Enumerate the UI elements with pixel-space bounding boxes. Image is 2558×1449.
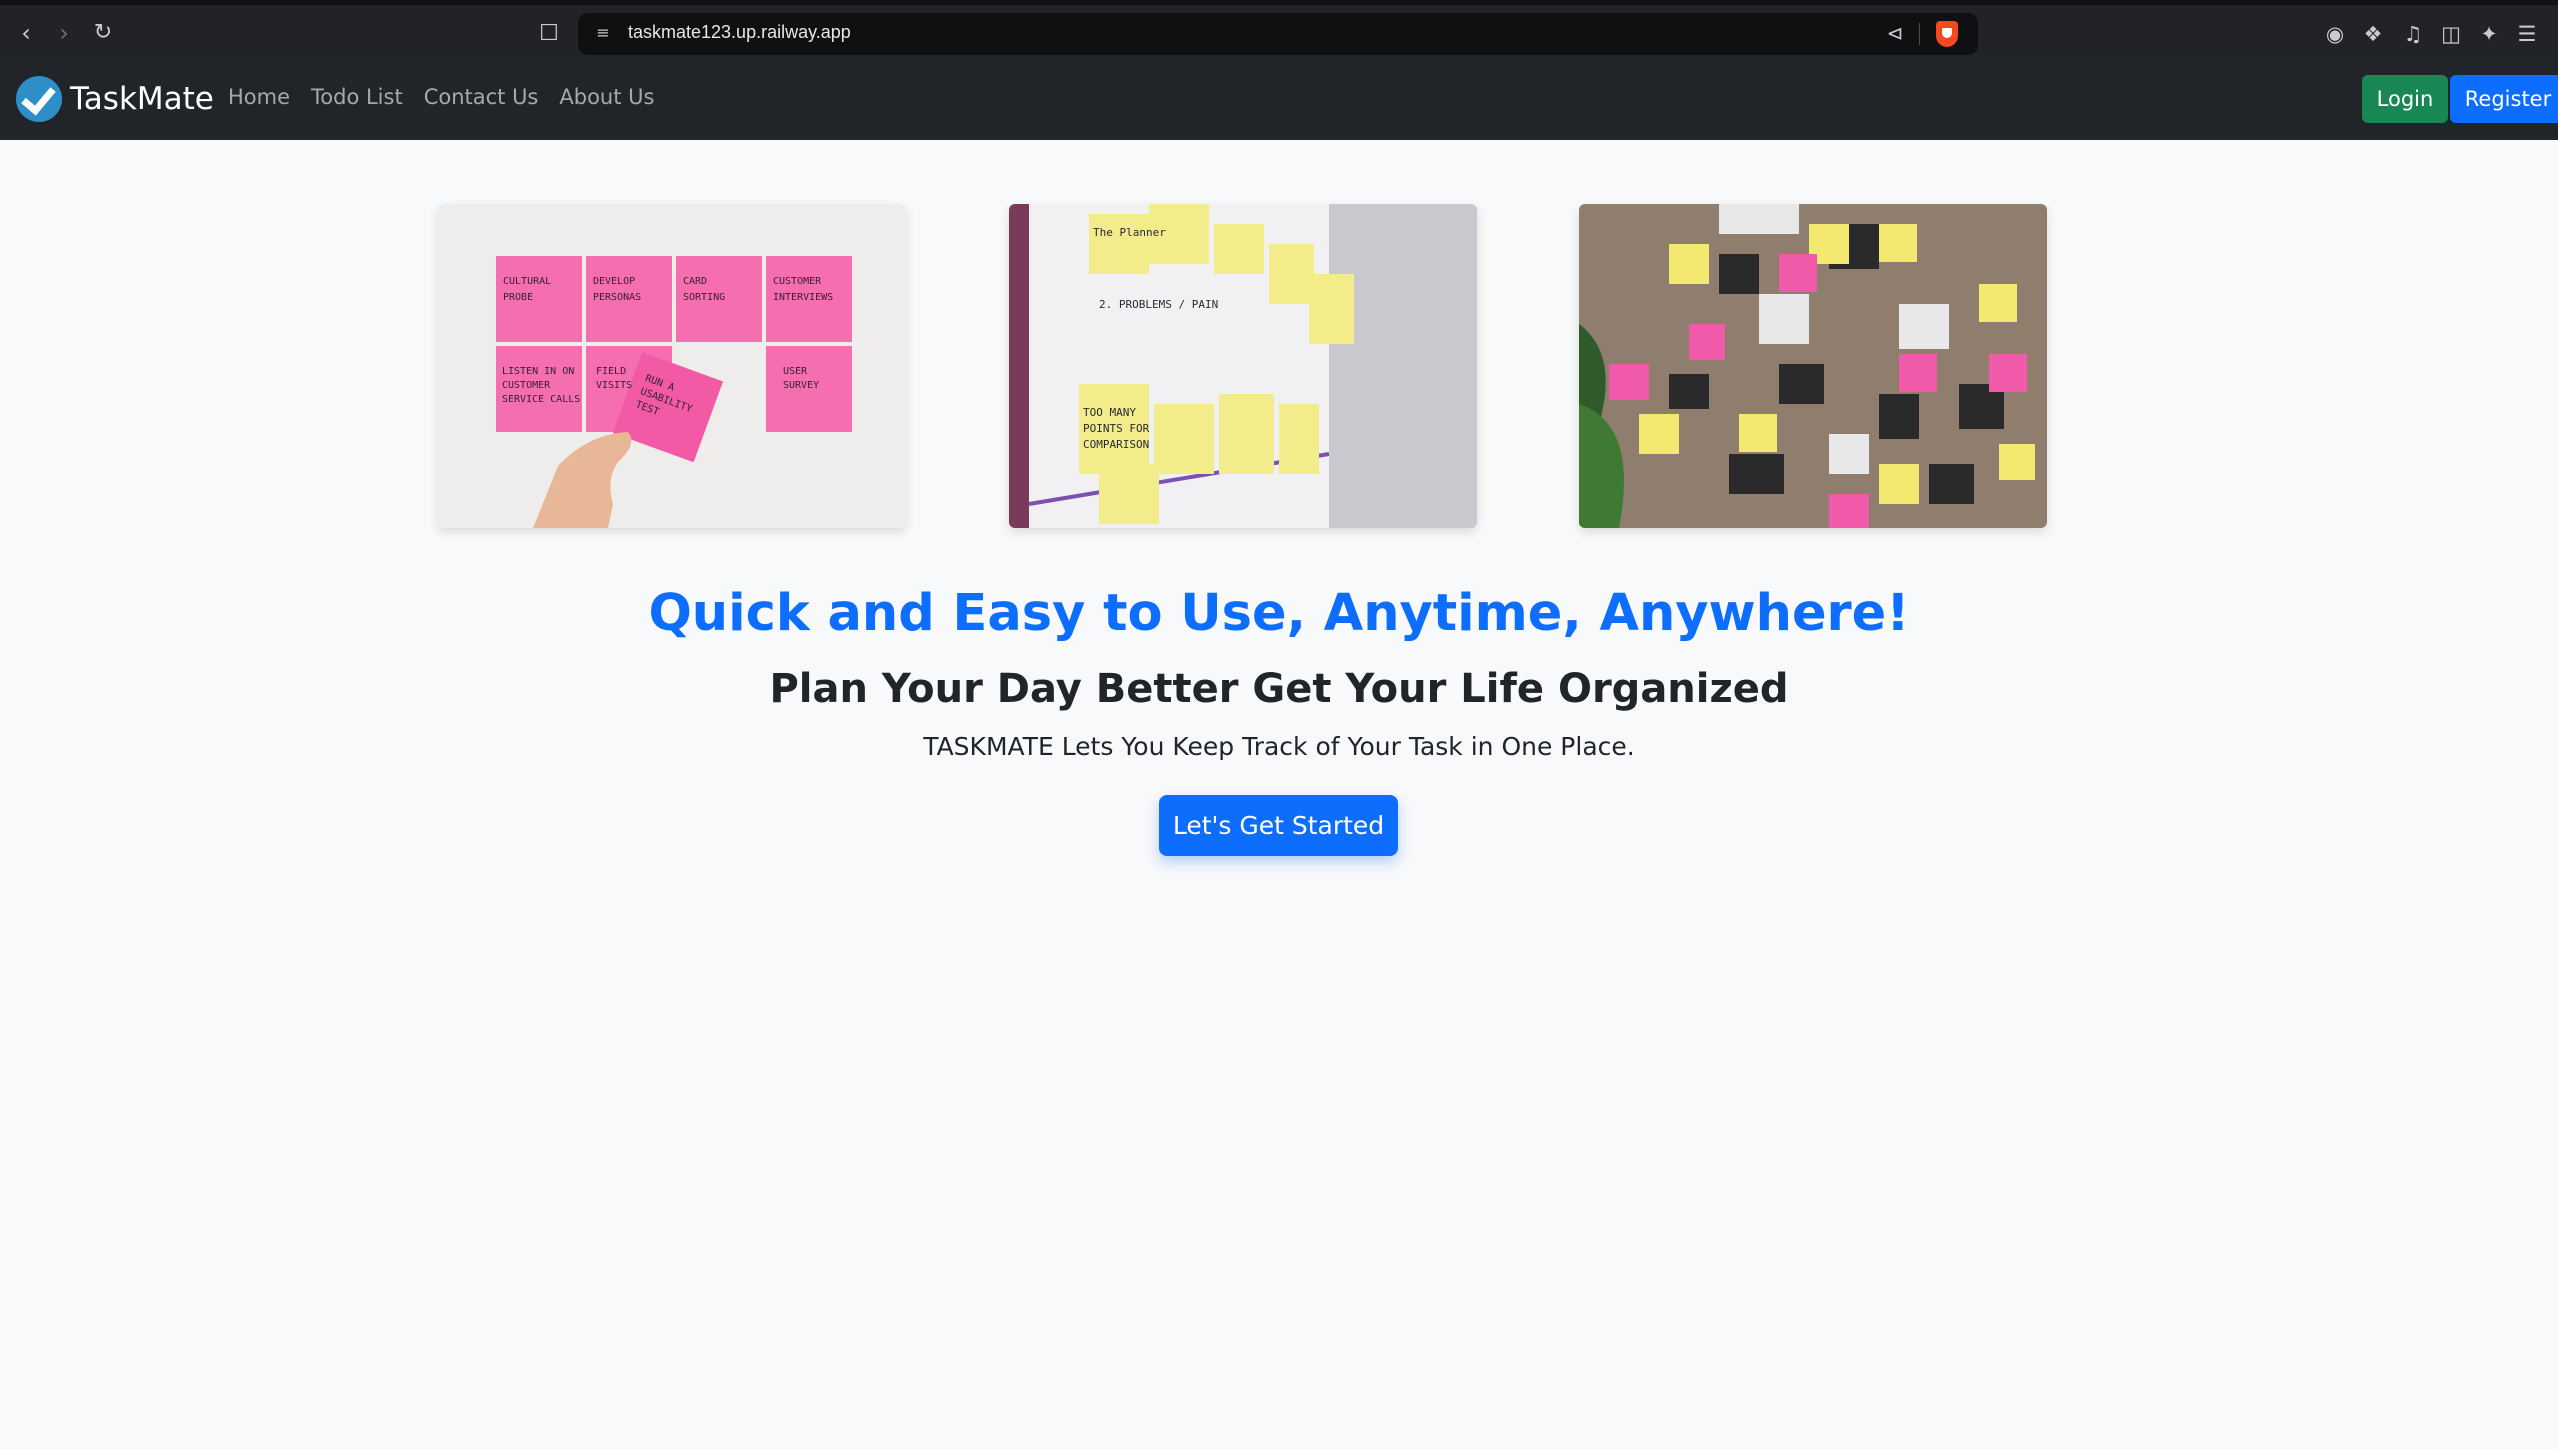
site-settings-icon[interactable]: ≡ (590, 20, 616, 46)
svg-text:FIELD: FIELD (596, 366, 626, 377)
menu-icon[interactable]: ☰ (2512, 19, 2542, 49)
svg-text:PERSONAS: PERSONAS (593, 292, 641, 303)
svg-text:SORTING: SORTING (683, 292, 725, 303)
browser-toolbar: ‹ › ↻ ☐ ≡ taskmate123.up.railway.app ⊲ ◉… (0, 0, 2558, 60)
svg-text:CUSTOMER: CUSTOMER (502, 380, 551, 391)
nav-about-us[interactable]: About Us (559, 85, 654, 109)
puzzle-icon[interactable]: ❖ (2358, 19, 2388, 49)
brave-shield-icon[interactable] (1936, 21, 1958, 47)
url-text[interactable]: taskmate123.up.railway.app (628, 22, 851, 43)
pink-sticky-notes-image: CULTURAL PROBE DEVELOP PERSONAS CARD SORTIN… (438, 204, 906, 528)
hero-subtitle: Plan Your Day Better Get Your Life Organ… (769, 666, 1789, 712)
svg-text:LISTEN IN ON: LISTEN IN ON (502, 366, 574, 377)
nav-contact-us[interactable]: Contact Us (424, 85, 539, 109)
hero-title: Quick and Easy to Use, Anytime, Anywhere… (648, 584, 1910, 643)
svg-text:DEVELOP: DEVELOP (593, 276, 635, 287)
forward-icon[interactable]: › (50, 19, 78, 47)
whiteboard-sticky-notes-image: The Planner 2. PROBLEMS / PAIN TOO MANY P… (1009, 204, 1477, 528)
svg-text:VISITS: VISITS (596, 380, 632, 391)
login-button[interactable]: Login (2362, 75, 2448, 123)
sidebar-icon[interactable]: ◫ (2436, 19, 2466, 49)
site-navbar: TaskMate Home Todo List Contact Us About… (0, 60, 2558, 140)
leo-icon[interactable]: ✦ (2474, 19, 2504, 49)
svg-text:CULTURAL: CULTURAL (503, 276, 551, 287)
svg-text:TOO MANY: TOO MANY (1083, 406, 1136, 419)
reload-icon[interactable]: ↻ (89, 19, 117, 47)
svg-text:POINTS FOR: POINTS FOR (1083, 422, 1150, 435)
svg-text:SURVEY: SURVEY (783, 380, 819, 391)
nav-todo-list[interactable]: Todo List (311, 85, 403, 109)
register-button[interactable]: Register (2450, 75, 2558, 123)
url-divider (1919, 23, 1920, 45)
checkmark-logo-icon (16, 76, 62, 122)
nav-home[interactable]: Home (228, 85, 290, 109)
svg-text:SERVICE CALLS: SERVICE CALLS (502, 394, 580, 405)
extension-icon[interactable]: ◉ (2320, 19, 2350, 49)
brand-name: TaskMate (70, 81, 214, 117)
bookmark-icon[interactable]: ☐ (534, 19, 564, 49)
music-icon[interactable]: ♫ (2398, 19, 2428, 49)
back-icon[interactable]: ‹ (12, 19, 40, 47)
svg-text:PROBE: PROBE (503, 292, 533, 303)
svg-text:2. PROBLEMS / PAIN: 2. PROBLEMS / PAIN (1099, 298, 1218, 311)
get-started-button[interactable]: Let's Get Started (1159, 795, 1398, 856)
svg-text:USER: USER (783, 366, 808, 377)
svg-text:The Planner: The Planner (1093, 226, 1166, 239)
hero-lead: TASKMATE Lets You Keep Track of Your Tas… (923, 732, 1635, 761)
nav-links: Home Todo List Contact Us About Us (228, 85, 654, 109)
svg-text:COMPARISON: COMPARISON (1083, 438, 1149, 451)
address-bar[interactable]: ☐ ≡ taskmate123.up.railway.app ⊲ (539, 13, 1978, 55)
svg-text:CARD: CARD (683, 276, 707, 287)
svg-text:INTERVIEWS: INTERVIEWS (773, 292, 833, 303)
svg-text:CUSTOMER: CUSTOMER (773, 276, 822, 287)
brand[interactable]: TaskMate (16, 74, 214, 124)
share-icon[interactable]: ⊲ (1882, 20, 1908, 46)
photo-wall-sticky-notes-image (1579, 204, 2047, 528)
